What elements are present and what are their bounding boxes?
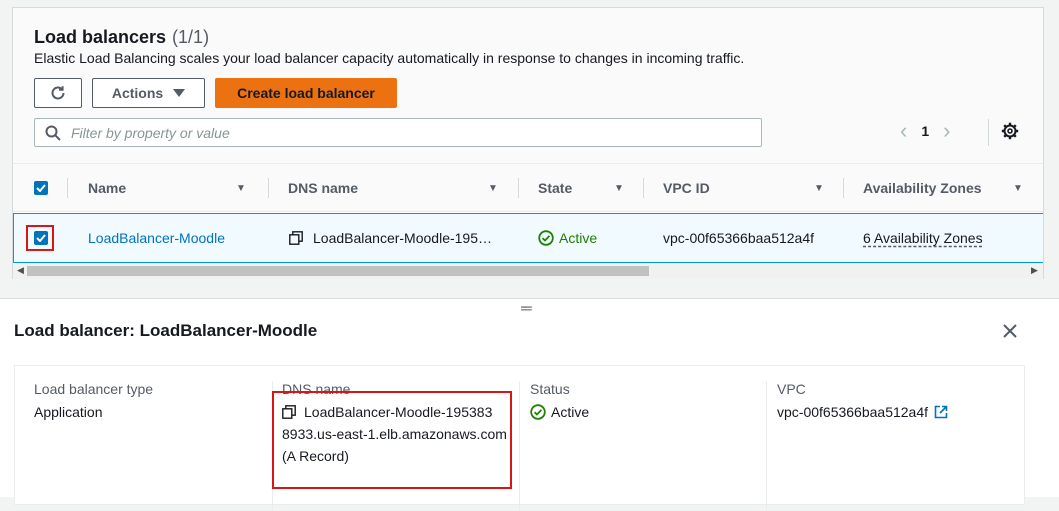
type-field: Load balancer type Application [34,381,264,511]
sort-caret-icon: ▼ [236,182,246,194]
availability-zones-popover[interactable]: 6 Availability Zones [863,214,983,262]
sort-caret-icon: ▼ [1013,182,1023,194]
type-label: Load balancer type [34,381,154,397]
table-header: Name ▼ DNS name ▼ State ▼ VPC ID ▼ Avail… [13,164,1043,212]
column-divider [268,178,269,198]
state-cell: Active [538,214,597,262]
resize-handle-icon[interactable]: ═ [521,300,532,317]
column-header-dns-name[interactable]: DNS name ▼ [288,164,518,212]
column-label: Name [88,180,127,196]
page-number[interactable]: 1 [921,123,929,139]
column-label: Availability Zones [863,180,982,196]
sort-caret-icon: ▼ [488,182,498,194]
page-title-text: Load balancers [34,27,167,47]
pager-divider [988,119,989,146]
column-divider [766,381,767,511]
column-label: State [538,180,573,196]
vpc-id-cell: vpc-00f65366baa512a4f [663,230,815,246]
column-label: VPC ID [663,180,710,196]
checkbox-highlight [26,225,54,251]
vpc-label: VPC [777,381,806,397]
load-balancer-name-link[interactable]: LoadBalancer-Moodle [88,214,225,262]
dns-name-cell: LoadBalancer-Moodle-195… [289,214,492,262]
search-icon [45,125,61,141]
column-label: DNS name [288,180,359,196]
previous-page-icon[interactable]: ‹ [900,120,907,142]
filter-input[interactable]: Filter by property or value [34,118,762,147]
filter-placeholder: Filter by property or value [71,124,230,141]
vpc-field: VPC vpc-00f65366baa512a4f [777,381,1017,511]
status-success-icon [538,230,554,246]
actions-label: Actions [111,85,164,101]
details-panel: Load balancer: LoadBalancer-Moodle Load … [0,298,1059,511]
scroll-left-icon[interactable]: ◀ [17,265,24,276]
external-link-icon [934,405,948,419]
column-divider [643,178,644,198]
sort-caret-icon: ▼ [814,182,824,194]
refresh-icon [51,86,65,100]
status-field: Status Active [530,381,760,511]
scrollbar-thumb[interactable] [27,266,649,276]
next-page-icon[interactable]: › [943,120,950,142]
horizontal-scrollbar[interactable]: ◀ ▶ [13,263,1043,279]
column-header-availability-zones[interactable]: Availability Zones ▼ [863,164,1043,212]
column-header-vpc-id[interactable]: VPC ID ▼ [663,164,843,212]
vpc-link[interactable]: vpc-00f65366baa512a4f [777,401,1017,423]
checkbox-checked-icon [34,181,48,195]
copy-icon[interactable] [289,231,303,245]
column-divider [67,178,68,198]
item-count: (1/1) [172,27,210,47]
column-divider [843,178,844,198]
page-title: Load balancers (1/1) [34,27,209,48]
status-success-icon [530,404,546,420]
gear-icon[interactable] [1001,122,1019,140]
details-title: Load balancer: LoadBalancer-Moodle [14,321,318,340]
vpc-value: vpc-00f65366baa512a4f [777,404,929,420]
scroll-right-icon[interactable]: ▶ [1031,265,1038,276]
column-divider [519,381,520,511]
sort-caret-icon: ▼ [614,182,624,194]
status-label: Status [530,381,570,397]
refresh-button[interactable] [34,78,82,108]
load-balancers-panel: Load balancers (1/1) Elastic Load Balanci… [12,7,1044,279]
actions-button[interactable]: Actions [92,78,205,108]
details-container: Load balancer type Application DNS name … [14,365,1025,511]
create-load-balancer-button[interactable]: Create load balancer [215,78,397,108]
caret-down-icon [173,89,186,97]
select-all-checkbox[interactable] [34,164,48,212]
column-header-name[interactable]: Name ▼ [88,164,268,212]
dns-highlight [272,391,512,489]
column-header-state[interactable]: State ▼ [538,164,644,212]
table-row[interactable]: LoadBalancer-Moodle LoadBalancer-Moodle-… [13,213,1043,263]
page-subtitle: Elastic Load Balancing scales your load … [34,50,745,66]
panel-header: Load balancers (1/1) Elastic Load Balanci… [13,8,1043,164]
state-text: Active [559,230,598,246]
close-icon[interactable] [1002,323,1018,339]
type-value: Application [34,404,103,420]
status-value-row: Active [530,401,760,423]
pagination: ‹ 1 › [900,120,950,142]
status-value: Active [551,404,590,420]
dns-name-text: LoadBalancer-Moodle-195… [313,230,492,246]
column-divider [518,178,519,198]
